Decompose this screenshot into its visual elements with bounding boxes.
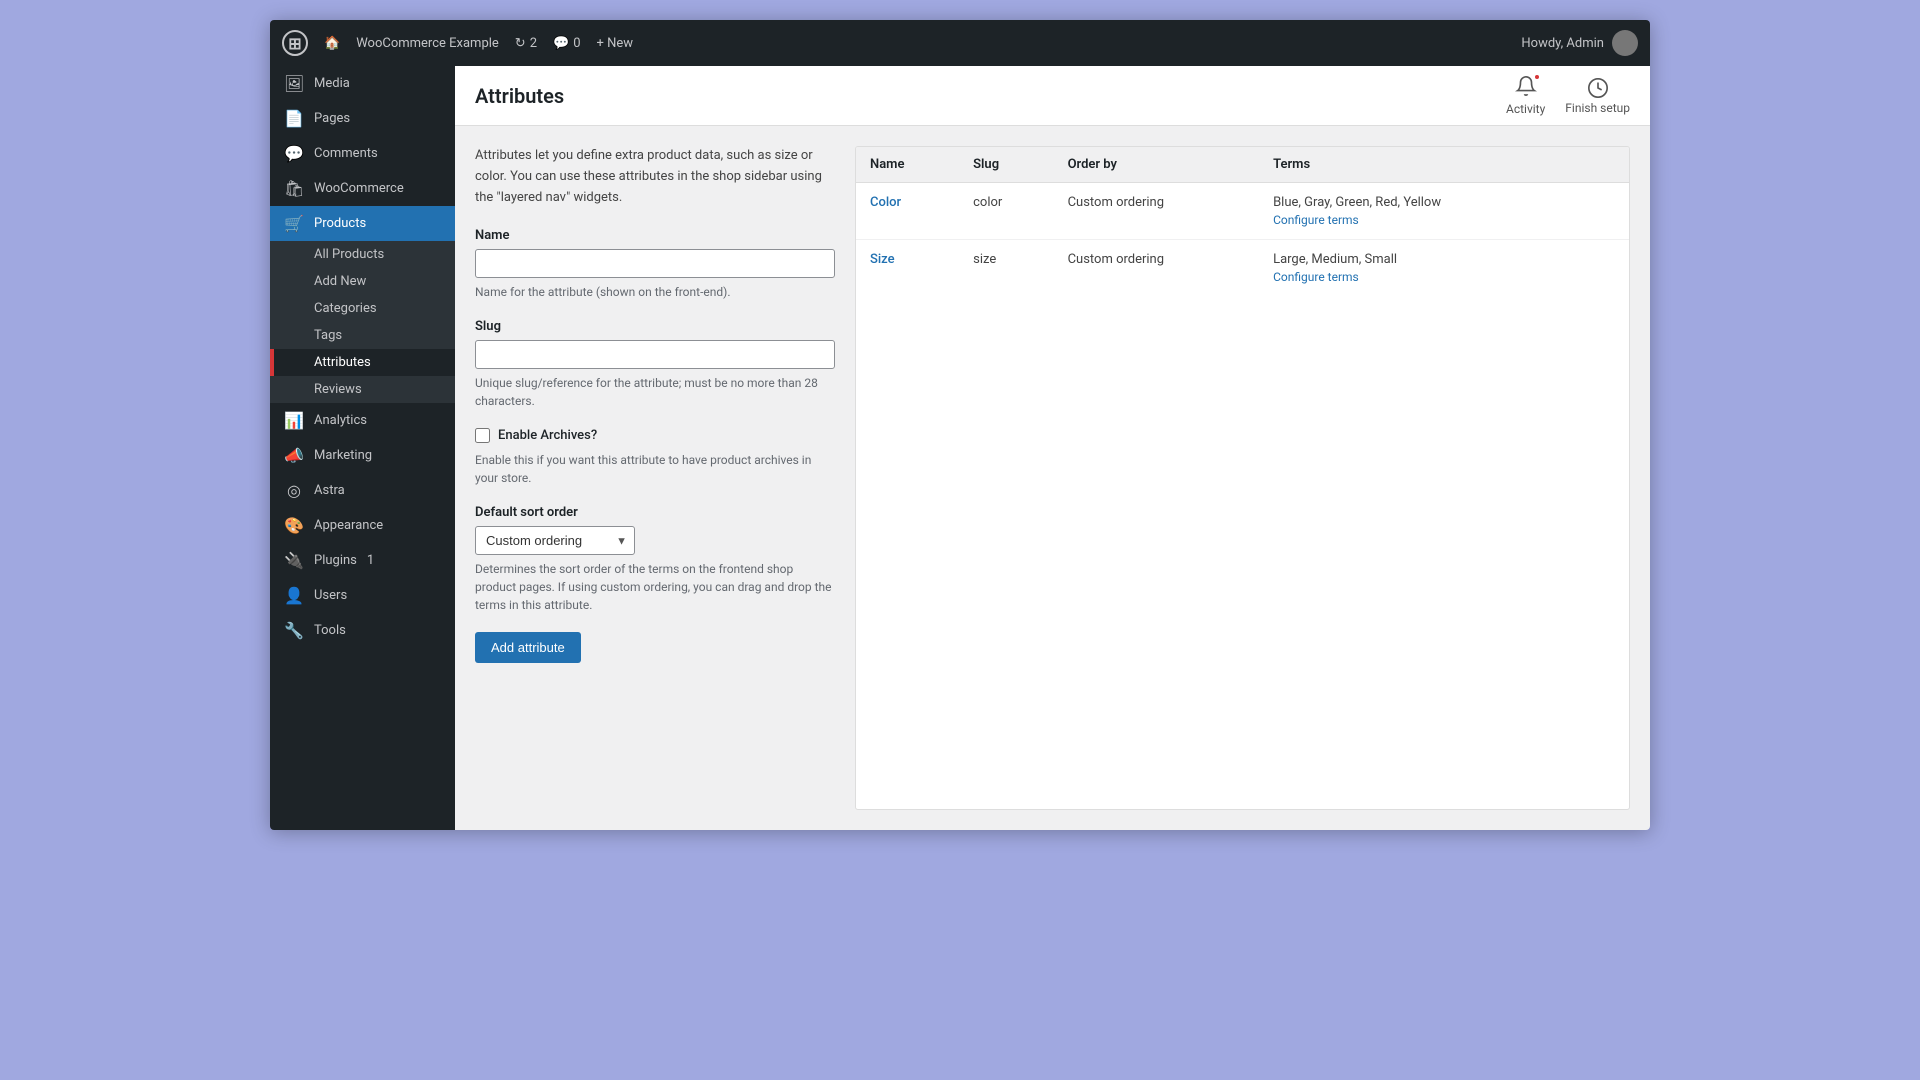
submenu-all-products[interactable]: All Products	[270, 241, 455, 268]
new-content-button[interactable]: + New	[597, 36, 634, 51]
comments-button[interactable]: 💬 0	[553, 36, 581, 51]
user-info: Howdy, Admin	[1521, 30, 1638, 56]
attr-orderby-color: Custom ordering	[1054, 183, 1260, 240]
form-panel: Attributes let you define extra product …	[475, 146, 835, 810]
activity-button[interactable]: Activity	[1506, 75, 1545, 116]
sidebar-item-users[interactable]: 👤 Users	[270, 578, 455, 613]
activity-icon	[1515, 75, 1537, 100]
sidebar-item-comments[interactable]: 💬 Comments	[270, 136, 455, 171]
archives-checkbox[interactable]	[475, 428, 490, 443]
col-header-orderby: Order by	[1054, 147, 1260, 183]
sidebar-item-pages[interactable]: 📄 Pages	[270, 101, 455, 136]
users-icon: 👤	[284, 586, 304, 605]
comments-icon: 💬	[284, 144, 304, 163]
sidebar-item-appearance[interactable]: 🎨 Appearance	[270, 508, 455, 543]
submenu-tags[interactable]: Tags	[270, 322, 455, 349]
woocommerce-icon: 🛍	[284, 179, 304, 198]
updates-button[interactable]: ↻ 2	[515, 36, 537, 51]
col-header-slug: Slug	[959, 147, 1053, 183]
sidebar-item-marketing[interactable]: 📣 Marketing	[270, 438, 455, 473]
attr-actions-color	[1583, 183, 1629, 240]
sidebar-item-tools[interactable]: 🔧 Tools	[270, 613, 455, 648]
slug-hint: Unique slug/reference for the attribute;…	[475, 374, 835, 410]
attr-orderby-size: Custom ordering	[1054, 240, 1260, 297]
astra-icon: ◎	[284, 481, 304, 500]
header-actions: Activity Finish setup	[1506, 75, 1630, 116]
sort-order-wrapper: Custom ordering Name Name (numeric) Term…	[475, 526, 635, 555]
archives-hint: Enable this if you want this attribute t…	[475, 451, 835, 487]
slug-input[interactable]	[475, 340, 835, 369]
archives-checkbox-row: Enable Archives?	[475, 428, 835, 443]
content-area: Attributes Activity	[455, 66, 1650, 830]
analytics-icon: 📊	[284, 411, 304, 430]
avatar[interactable]	[1612, 30, 1638, 56]
name-input[interactable]	[475, 249, 835, 278]
sort-order-group: Default sort order Custom ordering Name …	[475, 505, 835, 614]
main-content: Attributes let you define extra product …	[455, 126, 1650, 830]
submenu-reviews[interactable]: Reviews	[270, 376, 455, 403]
slug-label: Slug	[475, 319, 835, 334]
sidebar-item-plugins[interactable]: 🔌 Plugins 1	[270, 543, 455, 578]
content-header: Attributes Activity	[455, 66, 1650, 126]
home-icon: 🏠	[324, 36, 340, 51]
attributes-table-panel: Name Slug Order by Terms Color	[855, 146, 1630, 810]
pages-icon: 📄	[284, 109, 304, 128]
products-icon: 🛒	[284, 214, 304, 233]
col-header-actions	[1583, 147, 1629, 183]
appearance-icon: 🎨	[284, 516, 304, 535]
submenu-attributes[interactable]: Attributes	[270, 349, 455, 376]
tools-icon: 🔧	[284, 621, 304, 640]
archives-group: Enable Archives? Enable this if you want…	[475, 428, 835, 487]
attr-slug-color: color	[959, 183, 1053, 240]
finish-setup-button[interactable]: Finish setup	[1565, 77, 1630, 115]
name-hint: Name for the attribute (shown on the fro…	[475, 283, 835, 301]
submenu-categories[interactable]: Categories	[270, 295, 455, 322]
size-link[interactable]: Size	[870, 252, 895, 267]
sidebar-item-astra[interactable]: ◎ Astra	[270, 473, 455, 508]
media-icon: 🖼	[284, 74, 304, 93]
attr-name-color: Color	[856, 183, 959, 240]
table-row: Color color Custom ordering Blue, Gray, …	[856, 183, 1629, 240]
configure-terms-color[interactable]: Configure terms	[1273, 213, 1569, 227]
sidebar-item-analytics[interactable]: 📊 Analytics	[270, 403, 455, 438]
attr-slug-size: size	[959, 240, 1053, 297]
table-row: Size size Custom ordering Large, Medium,…	[856, 240, 1629, 297]
archives-label[interactable]: Enable Archives?	[498, 428, 597, 443]
site-name[interactable]: WooCommerce Example	[356, 36, 499, 51]
intro-text: Attributes let you define extra product …	[475, 146, 835, 208]
sort-order-label: Default sort order	[475, 505, 835, 520]
page-title: Attributes	[475, 84, 564, 108]
sidebar: 🖼 Media 📄 Pages 💬 Comments 🛍 WooCommerce…	[270, 66, 455, 830]
attr-terms-size: Large, Medium, Small Configure terms	[1259, 240, 1583, 297]
add-attribute-button[interactable]: Add attribute	[475, 632, 581, 663]
attributes-table: Name Slug Order by Terms Color	[856, 147, 1629, 296]
marketing-icon: 📣	[284, 446, 304, 465]
configure-terms-size[interactable]: Configure terms	[1273, 270, 1569, 284]
name-label: Name	[475, 228, 835, 243]
admin-bar: ⊞ 🏠 WooCommerce Example ↻ 2 💬 0 + New Ho…	[270, 20, 1650, 66]
name-group: Name Name for the attribute (shown on th…	[475, 228, 835, 301]
home-icon-bar[interactable]: 🏠	[324, 36, 340, 51]
plugins-icon: 🔌	[284, 551, 304, 570]
sidebar-item-woocommerce[interactable]: 🛍 WooCommerce	[270, 171, 455, 206]
col-header-terms: Terms	[1259, 147, 1583, 183]
sidebar-item-products[interactable]: 🛒 Products	[270, 206, 455, 241]
attr-terms-color: Blue, Gray, Green, Red, Yellow Configure…	[1259, 183, 1583, 240]
attr-actions-size	[1583, 240, 1629, 297]
color-link[interactable]: Color	[870, 195, 901, 210]
sidebar-item-media[interactable]: 🖼 Media	[270, 66, 455, 101]
sort-hint: Determines the sort order of the terms o…	[475, 560, 835, 614]
submenu-add-new[interactable]: Add New	[270, 268, 455, 295]
wp-logo-icon[interactable]: ⊞	[282, 30, 308, 56]
plugins-badge: 1	[367, 553, 374, 568]
slug-group: Slug Unique slug/reference for the attri…	[475, 319, 835, 410]
col-header-name: Name	[856, 147, 959, 183]
products-submenu: All Products Add New Categories Tags Att…	[270, 241, 455, 403]
attr-name-size: Size	[856, 240, 959, 297]
sort-order-select[interactable]: Custom ordering Name Name (numeric) Term…	[475, 526, 635, 555]
